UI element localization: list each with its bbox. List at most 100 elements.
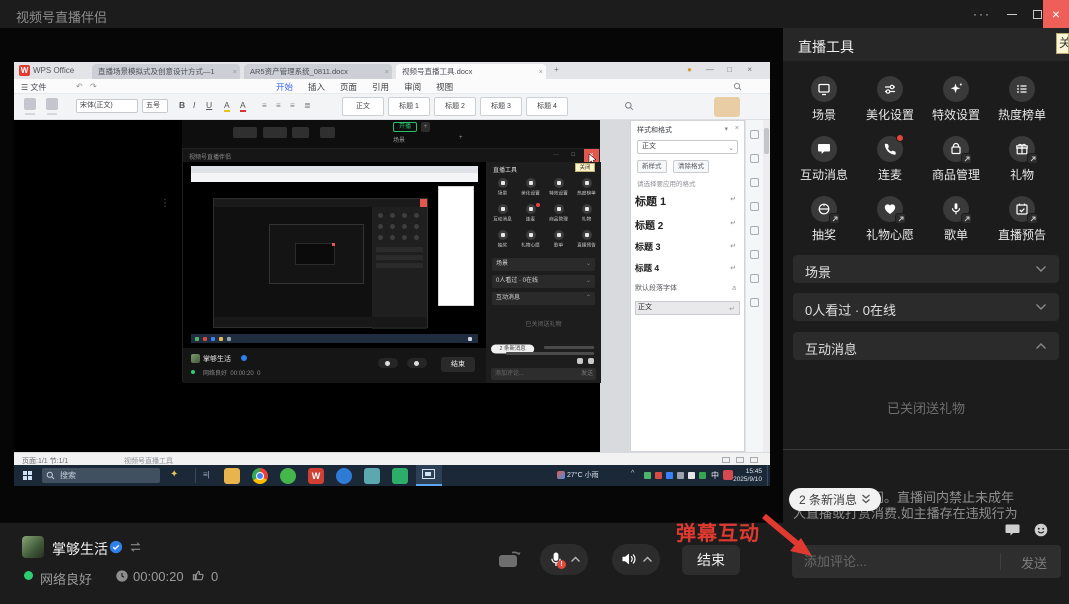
style-item: 标题 1↵ [635, 193, 740, 209]
camera-toggle-icon[interactable] [497, 547, 523, 571]
comment-composer: 发送 [792, 545, 1061, 578]
nested-menu-dots: ··· [553, 152, 559, 158]
tool-messages[interactable]: 互动消息 [791, 136, 857, 183]
taskbar-clock: 15:45 2025/9/10 [714, 468, 762, 483]
emoji-icon[interactable] [1033, 522, 1049, 538]
tool-beauty[interactable]: 美化设置 [857, 76, 923, 123]
send-button[interactable]: 发送 [1021, 553, 1047, 572]
wps-assistant-icon [714, 97, 740, 117]
search-icon [733, 82, 742, 91]
style-item: 标题 4↵ [635, 262, 740, 274]
wps-doc-tab-active: 视频号直播工具.docx× [396, 64, 546, 79]
streamer-name: 掌够生活 [52, 539, 108, 559]
align-left-icon: ≡ [262, 101, 267, 110]
bold-icon: B [179, 100, 185, 110]
network-status-dot [24, 571, 33, 580]
external-link-icon [961, 213, 972, 224]
close-button[interactable]: × [1043, 0, 1069, 28]
start-button [23, 471, 32, 480]
titlebar: 视频号直播伴侣 ··· × [0, 0, 1069, 28]
tool-gifts[interactable]: 礼物 [989, 136, 1055, 183]
scene-row: 场景+ [393, 135, 473, 144]
style-item-selected: 正文↵ [635, 301, 740, 315]
chevron-up-icon[interactable] [642, 556, 653, 563]
tool-playlist[interactable]: 歌单 [923, 196, 989, 243]
scene-icon [816, 81, 832, 97]
source-button [233, 127, 257, 138]
nested-end-button: 结束 [441, 357, 475, 372]
microphone-button[interactable]: ! [540, 544, 588, 575]
tool-live-preview[interactable]: 直播预告 [989, 196, 1055, 243]
tool-co-stream[interactable]: 连麦 [857, 136, 923, 183]
microphone-alert-badge: ! [557, 560, 566, 569]
scrollbar-thumb [764, 128, 769, 154]
duration-clock-icon [115, 569, 129, 583]
tool-lottery[interactable]: 抽奖 [791, 196, 857, 243]
styles-panel: 样式和格式 ▾ × 正文⌄ 新样式 清除格式 请选择要应用的格式 标题 1↵ 标… [630, 120, 745, 452]
nested-titlebar: 视频号直播伴侣 ··· □ × [183, 149, 599, 162]
chevron-down-icon [1035, 265, 1047, 273]
avatar [22, 536, 44, 558]
chevron-up-icon[interactable] [570, 556, 581, 563]
nested-sidebar: 直播工具 场景 美化设置 特效设置 热度榜单 互动消息 连麦 商品管理 礼物 抽… [486, 162, 601, 383]
style-gallery-item: 标题 4 [526, 97, 568, 116]
wechat-icon [392, 468, 408, 484]
menu-dots-button[interactable]: ··· [968, 0, 996, 28]
new-tab-icon: + [554, 65, 559, 74]
style-gallery-item: 标题 3 [480, 97, 522, 116]
bell-icon: ● [687, 65, 692, 74]
wps-close-icon: × [747, 65, 752, 74]
style-gallery-item: 正文 [342, 97, 384, 116]
chat-toggle-icon[interactable] [1004, 522, 1021, 538]
windows-taskbar: 搜索 ✦ ≡| W 27°C 小雨 ^ [14, 465, 770, 486]
task-view-icon: ≡| [203, 470, 210, 479]
paste-icon [24, 98, 36, 110]
speaker-icon [620, 551, 637, 567]
speaker-button[interactable] [612, 544, 660, 575]
go-live-button: 开播 [393, 122, 417, 132]
wps-statusbar: 页面:1/1 节:1/1 视频号直播工具 [14, 452, 770, 465]
section-scene[interactable]: 场景 [793, 255, 1059, 283]
align-center-icon: ≡ [276, 101, 281, 110]
scrollbar [763, 120, 770, 452]
effects-icon [948, 81, 964, 97]
italic-icon: I [193, 100, 195, 110]
tool-scene[interactable]: 场景 [791, 76, 857, 123]
nested-chat-icon [577, 358, 583, 364]
browser-icon [280, 468, 296, 484]
tool-products[interactable]: 商品管理 [923, 136, 989, 183]
annotation-arrow [756, 508, 826, 568]
network-status: 网络良好 [40, 569, 92, 588]
tool-effects[interactable]: 特效设置 [923, 76, 989, 123]
gift-disabled-text: 已关闭送礼物 [783, 398, 1069, 417]
pin-icon: ▾ [724, 125, 728, 133]
tool-gift-wish[interactable]: 礼物心愿 [857, 196, 923, 243]
section-viewers[interactable]: 0人看过 · 0在线 [793, 293, 1059, 321]
nested-app-window: 视频号直播伴侣 ··· □ × 关闭 [182, 148, 600, 382]
clear-format-button: 清除格式 [673, 160, 709, 173]
wps-icon: W [308, 468, 324, 484]
wps-minimize-icon: — [706, 65, 714, 74]
chevron-down-icon [1035, 303, 1047, 311]
sidebar-header: 直播工具 [783, 28, 1069, 61]
nested-maximize: □ [571, 152, 575, 158]
minimize-button[interactable] [998, 0, 1026, 28]
verified-badge-icon [109, 540, 123, 554]
chevron-up-icon [1035, 342, 1047, 350]
external-link-icon [895, 213, 906, 224]
external-link-icon [1027, 153, 1038, 164]
external-link-icon [1027, 213, 1038, 224]
side-icon-lane [745, 120, 763, 452]
section-interaction[interactable]: 互动消息 [793, 332, 1059, 360]
underline-icon: U [206, 100, 212, 110]
swap-account-icon[interactable] [128, 541, 143, 553]
wps-doc-tab: 直播场景模拟式及创意设计方式—1× [92, 64, 240, 79]
tool-ranking[interactable]: 热度榜单 [989, 76, 1055, 123]
wps-logo: W WPS Office [19, 64, 74, 77]
background-app-strip: 开播 + 场景+ [182, 120, 600, 148]
search-icon [46, 471, 55, 480]
end-live-button[interactable]: 结束 [682, 545, 740, 575]
cortana-icon: ✦ [170, 469, 178, 480]
nested-speaker-button [407, 358, 427, 368]
nested-emoji-icon [588, 358, 594, 364]
